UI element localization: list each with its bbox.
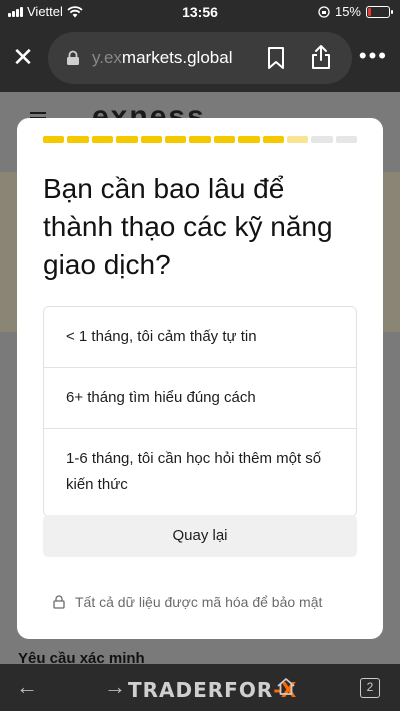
padlock-icon: [53, 595, 65, 609]
progress-segment: [286, 136, 309, 143]
forward-arrow-icon[interactable]: →: [104, 674, 126, 700]
status-right: 15%: [318, 4, 393, 19]
battery-percent: 15%: [334, 4, 361, 19]
progress-segment: [116, 136, 138, 143]
more-icon[interactable]: •••: [359, 45, 388, 67]
question-title: Bạn cần bao lâu để thành thạo các kỹ năn…: [43, 173, 333, 280]
url-text: y.exmarkets.global: [92, 48, 232, 68]
back-button[interactable]: Quay lại: [43, 515, 357, 557]
url-bar[interactable]: y.exmarkets.global: [48, 32, 352, 84]
bottom-toolbar: ← → TRADERFOR-X 2: [0, 664, 400, 711]
menu-icon: [30, 112, 46, 114]
battery-icon: [366, 5, 393, 18]
watermark-main: TRADERFOR: [128, 678, 274, 702]
progress-segment: [189, 136, 211, 143]
progress-segment: [67, 136, 89, 143]
share-icon[interactable]: [310, 44, 332, 70]
option-6-plus-months[interactable]: 6+ tháng tìm hiểu đúng cách: [44, 368, 356, 429]
progress-segment: [335, 136, 358, 143]
status-bar: Viettel 13:56 15%: [0, 0, 400, 24]
survey-modal: Bạn cần bao lâu để thành thạo các kỹ năn…: [17, 118, 383, 639]
progress-segment: [213, 136, 236, 143]
close-icon[interactable]: ✕: [10, 44, 36, 70]
security-note: Tất cả dữ liệu được mã hóa để bảo mật: [53, 594, 322, 610]
progress-segment: [91, 136, 114, 143]
progress-bar: [43, 136, 358, 143]
home-icon[interactable]: [276, 676, 296, 696]
progress-segment: [43, 136, 65, 143]
answer-options: < 1 tháng, tôi cảm thấy tự tin 6+ tháng …: [43, 306, 357, 517]
security-note-text: Tất cả dữ liệu được mã hóa để bảo mật: [75, 594, 323, 610]
lock-icon: [67, 50, 79, 65]
url-prefix: y.ex: [92, 48, 122, 67]
progress-segment: [262, 136, 284, 143]
browser-bar: ✕ y.exmarkets.global •••: [0, 24, 400, 92]
tabs-count-button[interactable]: 2: [360, 678, 380, 698]
watermark-logo: TRADERFOR-X: [128, 678, 297, 702]
back-arrow-icon[interactable]: ←: [16, 674, 38, 700]
progress-segment: [311, 136, 333, 143]
progress-segment: [164, 136, 187, 143]
verification-heading: Yêu cầu xác minh: [18, 650, 145, 664]
progress-segment: [140, 136, 162, 143]
orientation-lock-icon: [318, 5, 330, 18]
progress-segment: [238, 136, 260, 143]
url-domain: markets.global: [121, 48, 233, 67]
option-1-6-months[interactable]: 1-6 tháng, tôi cần học hỏi thêm một số k…: [44, 429, 356, 516]
option-under-1-month[interactable]: < 1 tháng, tôi cảm thấy tự tin: [44, 307, 356, 368]
bookmark-icon[interactable]: [266, 46, 286, 70]
